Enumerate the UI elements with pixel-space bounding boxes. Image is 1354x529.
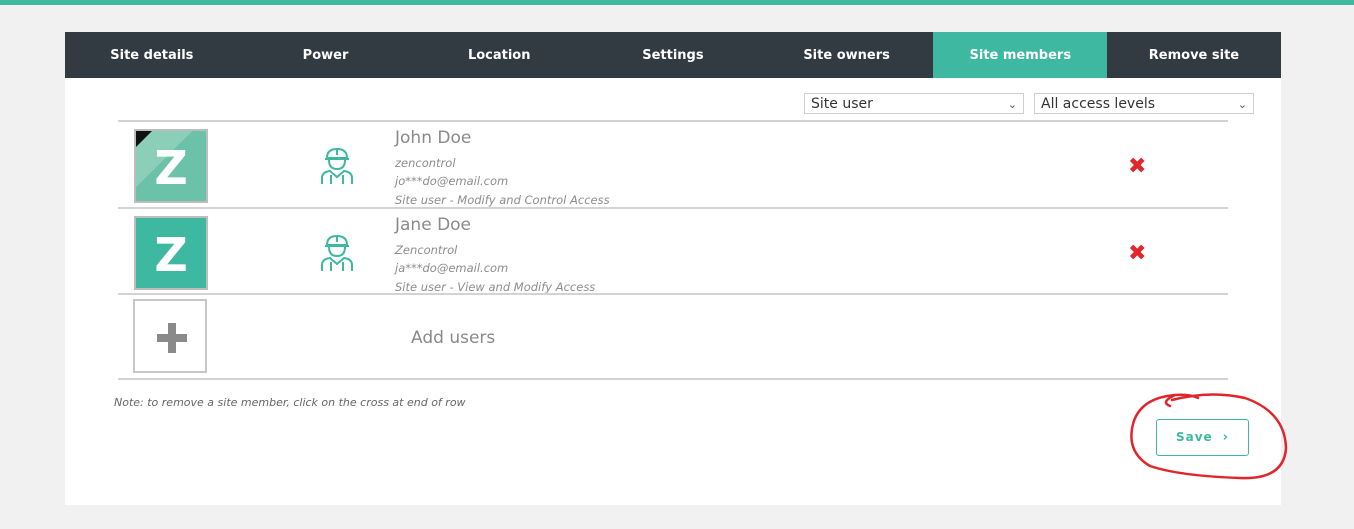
member-access: Site user - Modify and Control Access	[395, 193, 610, 207]
role-filter-select[interactable]: Site user ⌄	[804, 93, 1024, 114]
chevron-down-icon: ⌄	[1237, 98, 1247, 111]
access-filter-value: All access levels	[1041, 96, 1156, 112]
tab-site-members[interactable]: Site members	[933, 32, 1108, 78]
member-row: Z John Doe zencontrol jo***do@email.com …	[118, 122, 1228, 208]
member-name: Jane Doe	[395, 215, 472, 235]
role-filter-value: Site user	[811, 96, 873, 112]
cross-icon: ✖	[1128, 241, 1147, 266]
avatar: Z	[134, 129, 208, 203]
top-accent-bar	[0, 0, 1354, 5]
save-button[interactable]: Save ›	[1156, 419, 1249, 456]
member-access: Site user - View and Modify Access	[395, 280, 596, 294]
tab-remove-site[interactable]: Remove site	[1107, 32, 1281, 78]
add-users-button[interactable]	[133, 299, 207, 373]
access-filter-select[interactable]: All access levels ⌄	[1034, 93, 1254, 114]
save-label: Save	[1175, 430, 1213, 444]
cross-icon: ✖	[1128, 154, 1147, 179]
member-company: Zencontrol	[395, 243, 458, 257]
avatar: Z	[134, 216, 208, 290]
remove-member-button[interactable]: ✖	[1128, 243, 1146, 265]
member-row: Z Jane Doe Zencontrol ja***do@email.com …	[118, 209, 1228, 295]
member-company: zencontrol	[395, 156, 456, 170]
chevron-right-icon: ›	[1222, 430, 1230, 445]
worker-icon	[321, 147, 353, 184]
tab-site-owners[interactable]: Site owners	[760, 32, 934, 78]
add-users-label[interactable]: Add users	[411, 328, 495, 348]
tab-settings[interactable]: Settings	[586, 32, 760, 78]
member-email: ja***do@email.com	[395, 261, 509, 275]
member-name: John Doe	[395, 128, 472, 148]
tab-location[interactable]: Location	[412, 32, 586, 78]
tab-bar: Site details Power Location Settings Sit…	[65, 32, 1281, 78]
remove-member-button[interactable]: ✖	[1128, 156, 1146, 178]
add-users-row: Add users	[118, 295, 1228, 381]
plus-icon-stem	[168, 323, 176, 353]
worker-icon	[321, 234, 353, 271]
avatar-letter: Z	[154, 141, 188, 195]
site-members-panel: Site details Power Location Settings Sit…	[65, 32, 1281, 505]
avatar-letter: Z	[154, 228, 188, 282]
tab-power[interactable]: Power	[239, 32, 413, 78]
member-email: jo***do@email.com	[395, 174, 509, 188]
tab-site-details[interactable]: Site details	[65, 32, 239, 78]
chevron-down-icon: ⌄	[1007, 98, 1017, 111]
divider	[118, 378, 1228, 380]
remove-note: Note: to remove a site member, click on …	[114, 396, 466, 409]
